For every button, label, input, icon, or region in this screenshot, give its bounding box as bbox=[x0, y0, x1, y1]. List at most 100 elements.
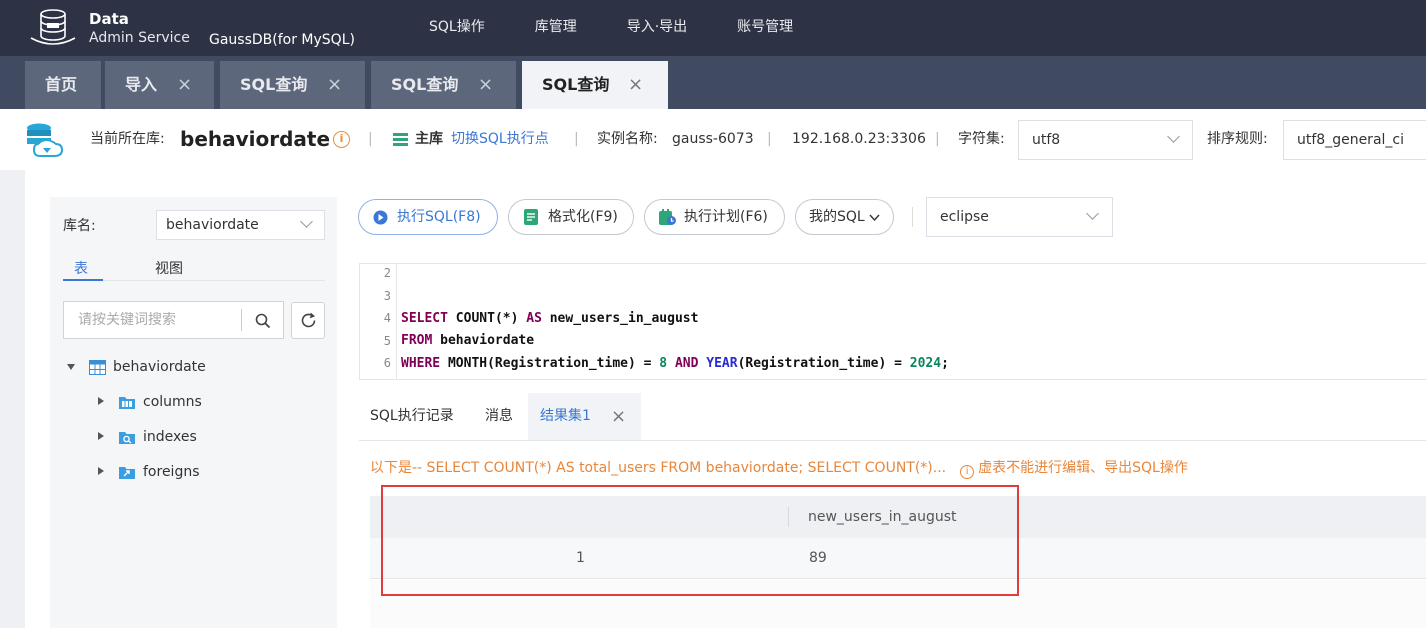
line-number: 5 bbox=[383, 334, 391, 348]
db-info-bar: 当前所在库: behaviordate i | 主库 切换SQL执行点 | 实例… bbox=[0, 109, 1426, 170]
search-icon[interactable] bbox=[255, 313, 271, 329]
tree-expand-toggle[interactable] bbox=[98, 432, 104, 440]
collation-select[interactable]: utf8_general_ci bbox=[1283, 120, 1426, 160]
code-line-5: FROM behaviordate bbox=[401, 333, 534, 348]
format-label: 格式化(F9) bbox=[548, 209, 618, 225]
search-divider bbox=[241, 309, 242, 331]
master-label: 主库 bbox=[415, 131, 443, 147]
code-token: COUNT bbox=[455, 311, 495, 326]
tree-expand-toggle[interactable] bbox=[98, 397, 104, 405]
db-select-label: 库名: bbox=[63, 218, 96, 234]
current-db-name: behaviordate bbox=[180, 127, 331, 151]
tab-views[interactable]: 视图 bbox=[155, 258, 183, 278]
close-icon[interactable]: × bbox=[478, 61, 493, 109]
code-token: AND bbox=[667, 356, 699, 371]
refresh-button[interactable] bbox=[291, 302, 325, 339]
charset-label: 字符集: bbox=[958, 131, 1005, 147]
tab-result-set-1[interactable]: 结果集1 × bbox=[528, 393, 641, 440]
tree-expand-toggle[interactable] bbox=[67, 364, 75, 370]
tab-home[interactable]: 首页 bbox=[25, 61, 101, 109]
highlight-annotation bbox=[381, 485, 1019, 596]
tab-label: 首页 bbox=[45, 75, 78, 94]
executed-sql-summary: 以下是-- SELECT COUNT(*) AS total_users FRO… bbox=[370, 460, 947, 476]
switch-exec-point-link[interactable]: 切换SQL执行点 bbox=[451, 109, 549, 170]
info-icon[interactable]: i bbox=[333, 131, 350, 148]
code-token: behaviordate bbox=[432, 333, 535, 348]
master-db-icon bbox=[393, 133, 408, 146]
code-token: AS bbox=[526, 311, 542, 326]
tab-strip: 首页 导入 × SQL查询 × SQL查询 × SQL查询 × bbox=[0, 56, 1426, 109]
tab-label: SQL查询 bbox=[542, 75, 610, 94]
collation-label: 排序规则: bbox=[1207, 131, 1268, 147]
tab-sql-query-2[interactable]: SQL查询 × bbox=[371, 61, 516, 109]
instance-address: 192.168.0.23:3306 bbox=[792, 131, 926, 147]
tab-label: SQL查询 bbox=[240, 75, 308, 94]
code-token: (Registration_time) = bbox=[487, 356, 660, 371]
tree-node-indexes[interactable]: indexes bbox=[143, 429, 197, 445]
code-token: 2024 bbox=[909, 356, 942, 371]
editor-theme-select[interactable]: eclipse bbox=[926, 197, 1113, 237]
top-nav: SQL操作 库管理 导入·导出 账号管理 bbox=[429, 17, 843, 37]
db-cloud-icon bbox=[27, 123, 64, 157]
search-placeholder: 请按关键词搜索 bbox=[78, 312, 176, 328]
instance-label: 实例名称: bbox=[597, 131, 658, 147]
close-icon[interactable]: × bbox=[628, 61, 643, 109]
sql-editor[interactable]: 2 3 4 5 6 SELECT COUNT(*) AS new_users_i… bbox=[359, 263, 1426, 380]
tree-node-foreigns[interactable]: foreigns bbox=[143, 464, 200, 480]
nav-db-manage[interactable]: 库管理 bbox=[535, 17, 577, 37]
active-tab-indicator bbox=[63, 279, 103, 281]
my-sql-dropdown[interactable]: 我的SQL bbox=[795, 199, 894, 235]
nav-account-manage[interactable]: 账号管理 bbox=[737, 17, 793, 37]
nav-import-export[interactable]: 导入·导出 bbox=[627, 17, 687, 37]
chevron-down-icon bbox=[300, 215, 313, 228]
format-button[interactable]: 格式化(F9) bbox=[508, 199, 634, 235]
code-token: WHERE bbox=[401, 356, 441, 371]
chevron-down-icon bbox=[1086, 207, 1099, 220]
charset-value: utf8 bbox=[1032, 132, 1061, 148]
divider: | bbox=[935, 131, 940, 147]
tab-tables[interactable]: 表 bbox=[74, 258, 88, 278]
run-sql-button[interactable]: 执行SQL(F8) bbox=[358, 199, 498, 235]
logo-db-icon bbox=[30, 9, 76, 45]
tab-sql-query-1[interactable]: SQL查询 × bbox=[220, 61, 365, 109]
db-select[interactable]: behaviordate bbox=[156, 210, 325, 240]
logo-subtitle: Admin Service bbox=[89, 30, 190, 46]
chevron-down-icon bbox=[1167, 130, 1180, 143]
readonly-warning: 虚表不能进行编辑、导出SQL操作 bbox=[978, 460, 1188, 476]
code-line-4: SELECT COUNT(*) AS new_users_in_august bbox=[401, 311, 698, 326]
folder-icon bbox=[119, 467, 135, 479]
object-browser-panel bbox=[50, 197, 337, 628]
close-icon[interactable]: × bbox=[611, 393, 626, 440]
code-token: YEAR bbox=[698, 356, 738, 371]
toolbar-divider bbox=[912, 207, 913, 227]
line-number-gutter: 2 3 4 5 6 bbox=[360, 264, 397, 379]
close-icon[interactable]: × bbox=[327, 61, 342, 109]
nav-sql-ops[interactable]: SQL操作 bbox=[429, 17, 485, 37]
charset-select[interactable]: utf8 bbox=[1018, 120, 1193, 160]
tab-messages[interactable]: 消息 bbox=[485, 393, 513, 440]
tab-label: 导入 bbox=[125, 75, 158, 94]
top-header: Data Admin Service GaussDB(for MySQL) SQ… bbox=[0, 0, 1426, 56]
exec-plan-button[interactable]: 执行计划(F6) bbox=[644, 199, 785, 235]
my-sql-label: 我的SQL bbox=[809, 209, 865, 225]
code-token: (Registration_time) = bbox=[737, 356, 910, 371]
code-token: SELECT bbox=[401, 311, 448, 326]
divider: | bbox=[767, 131, 772, 147]
tree-root-table[interactable]: behaviordate bbox=[113, 359, 206, 375]
refresh-icon bbox=[301, 312, 316, 328]
tree-node-columns[interactable]: columns bbox=[143, 394, 202, 410]
chevron-down-icon bbox=[869, 214, 880, 222]
run-sql-label: 执行SQL(F8) bbox=[397, 209, 481, 225]
code-line-6: WHERE MONTH(Registration_time) = 8 AND Y… bbox=[401, 356, 949, 371]
tab-sql-history[interactable]: SQL执行记录 bbox=[370, 393, 454, 440]
db-select-value: behaviordate bbox=[166, 217, 259, 233]
code-token: (*) bbox=[494, 311, 527, 326]
divider: | bbox=[574, 131, 579, 147]
close-icon[interactable]: × bbox=[177, 61, 192, 109]
code-token: 8 bbox=[659, 356, 668, 371]
table-search-input[interactable]: 请按关键词搜索 bbox=[63, 301, 284, 339]
line-number: 6 bbox=[383, 356, 391, 370]
tree-expand-toggle[interactable] bbox=[98, 467, 104, 475]
tab-import[interactable]: 导入 × bbox=[105, 61, 214, 109]
tab-sql-query-active[interactable]: SQL查询 × bbox=[522, 61, 668, 109]
